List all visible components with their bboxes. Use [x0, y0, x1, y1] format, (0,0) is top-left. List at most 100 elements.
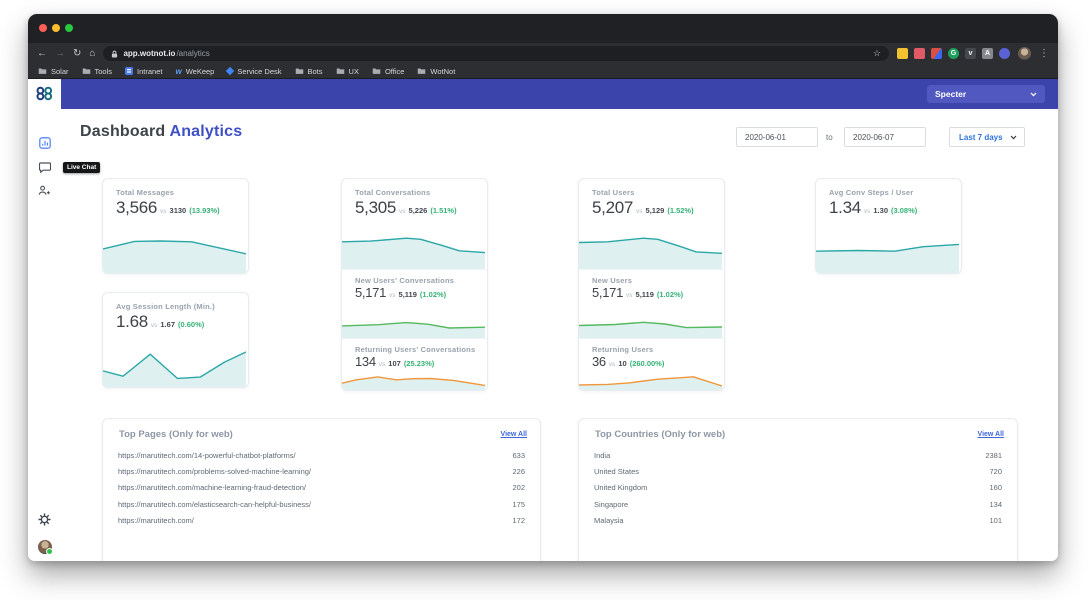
folder-icon: [418, 68, 426, 74]
stat-vs-label: vs: [399, 208, 406, 215]
stat-percent-change: (25.23%): [403, 359, 435, 368]
bookmark-ux[interactable]: UX: [336, 67, 359, 76]
reload-icon[interactable]: ↻: [73, 48, 81, 59]
stat-vs-label: vs: [608, 361, 616, 368]
stat-percent-change: (0.60%): [178, 320, 205, 329]
stat-compare-value: 3130: [169, 206, 187, 215]
bookmark-office[interactable]: Office: [372, 67, 404, 76]
session-stat: Avg Session Length (Min.) 1.68 vs 1.67 (0.60…: [103, 293, 248, 387]
chevron-down-icon: [1030, 92, 1037, 96]
stat-percent-change: (1.51%): [430, 206, 457, 215]
app-sidebar: [28, 79, 62, 561]
home-icon[interactable]: ⌂: [89, 48, 95, 59]
returning-conversations-stat: Returning Users' Conversations 134 vs 107 (2…: [342, 338, 487, 390]
row-label: Singapore: [594, 499, 629, 509]
top-country-row: Malaysia 101: [579, 513, 1017, 529]
stat-compare-value: 5,226: [408, 206, 428, 215]
stat-vs-label: vs: [636, 208, 643, 215]
folder-icon: [336, 68, 344, 74]
workspace-name: Specter: [935, 89, 967, 99]
wotnot-app: Specter Dashboard Analytics to Last 7 da…: [28, 79, 1058, 561]
top-page-row: https://marutitech.com/elasticsearch-can…: [103, 496, 540, 512]
top-country-row: United States 720: [579, 463, 1017, 479]
lock-icon: [112, 50, 118, 57]
new-users-sparkline: [579, 321, 722, 338]
row-label: https://marutitech.com/machine-learning-…: [118, 483, 307, 493]
row-label: https://marutitech.com/: [118, 516, 194, 526]
stat-percent-change: (1.52%): [667, 206, 694, 215]
stat-compare-value: 107: [388, 359, 401, 368]
bookmark-wekeep[interactable]: w WeKeep: [175, 67, 214, 76]
address-bar[interactable]: app.wotnot.io/analytics ☆: [103, 46, 889, 61]
row-label: https://marutitech.com/elasticsearch-can…: [118, 499, 312, 509]
minimize-window-button[interactable]: [52, 24, 60, 32]
grammarly-extension-icon[interactable]: G: [948, 48, 959, 59]
top-countries-rows: India 2381 United States 720 United Kingdom 1…: [579, 447, 1017, 529]
row-label: Malaysia: [594, 516, 624, 526]
stat-value: 3,566: [116, 198, 158, 217]
pocket-extension-icon[interactable]: v: [965, 48, 976, 59]
date-to-input[interactable]: [844, 127, 926, 147]
workspace-dropdown[interactable]: Specter: [927, 85, 1045, 103]
bookmark-wotnot[interactable]: WotNot: [417, 67, 455, 76]
bookmark-label: WeKeep: [185, 66, 215, 76]
zoom-window-button[interactable]: [65, 24, 73, 32]
extensions-area: GvA: [897, 48, 1010, 59]
top-pages-rows: https://marutitech.com/14-powerful-chatb…: [103, 447, 540, 529]
browser-profile-avatar[interactable]: [1018, 47, 1031, 60]
creative-extension-icon[interactable]: [931, 48, 942, 59]
notes-extension-icon[interactable]: [897, 48, 908, 59]
range-preset-dropdown[interactable]: Last 7 days: [949, 127, 1025, 147]
top-page-row: https://marutitech.com/machine-learning-…: [103, 480, 540, 496]
back-icon[interactable]: ←: [37, 48, 47, 59]
date-range-to-label: to: [826, 133, 833, 142]
sidebar-item-analytics[interactable]: [28, 137, 61, 149]
user-avatar[interactable]: [28, 540, 61, 555]
stat-value: 5,171: [355, 285, 387, 300]
sidebar-item-livechat[interactable]: [28, 162, 61, 173]
bookmark-tools[interactable]: Tools: [82, 66, 113, 76]
top-countries-view-all-link[interactable]: View All: [978, 431, 1004, 438]
top-page-row: https://marutitech.com/14-powerful-chatb…: [103, 447, 540, 463]
stat-label: New Users: [592, 276, 633, 285]
date-from-input[interactable]: [736, 127, 818, 147]
bookmark-label: UX: [348, 66, 359, 76]
stat-label: Total Messages: [116, 188, 175, 197]
stat-vs-label: vs: [863, 208, 871, 215]
browser-menu-icon[interactable]: ⋮: [1039, 48, 1049, 59]
bookmark-bots[interactable]: Bots: [295, 67, 323, 76]
users-sparkline: [579, 237, 722, 269]
top-page-row: https://marutitech.com/problems-solved-m…: [103, 463, 540, 479]
settings-gear-icon[interactable]: [28, 513, 61, 526]
sidebar-item-users[interactable]: [28, 185, 61, 196]
forward-icon[interactable]: →: [55, 48, 65, 59]
top-pages-view-all-link[interactable]: View All: [501, 431, 527, 438]
users-card: Total Users 5,207 vs 5,129 (1.52%) New Users…: [578, 178, 725, 391]
wekeep-icon: w: [175, 66, 182, 76]
messages-stat: Total Messages 3,566 vs 3130 (13.93%): [103, 179, 248, 273]
top-countries-card: Top Countries (Only for web) View All In…: [578, 418, 1018, 561]
stat-percent-change: (1.02%): [656, 290, 684, 299]
top-pages-title: Top Pages (Only for web): [119, 429, 233, 440]
bookmark-solar[interactable]: Solar: [38, 67, 69, 76]
new-users-stat: New Users 5,171 vs 5,119 (1.02%): [579, 269, 724, 338]
pen-extension-icon[interactable]: [914, 48, 925, 59]
folder-icon: [372, 68, 381, 74]
stat-value: 5,207: [592, 198, 634, 217]
returning-users-sparkline: [579, 376, 722, 390]
bookmark-label: Tools: [94, 66, 113, 76]
stat-vs-label: vs: [150, 322, 158, 329]
close-window-button[interactable]: [39, 24, 47, 32]
url-host: app.wotnot.io: [123, 49, 176, 58]
top-pages-card: Top Pages (Only for web) View All https:…: [102, 418, 541, 561]
top-country-row: India 2381: [579, 447, 1017, 463]
bookmark-service-desk[interactable]: Service Desk: [226, 67, 282, 76]
bookmark-star-icon[interactable]: ☆: [873, 48, 881, 59]
total-messages-card: Total Messages 3,566 vs 3130 (13.93%): [102, 178, 249, 274]
discord-extension-icon[interactable]: [999, 48, 1010, 59]
stat-label: Returning Users' Conversations: [355, 345, 476, 354]
session-sparkline: [103, 351, 246, 387]
bookmark-intranet[interactable]: Intranet: [125, 67, 162, 76]
row-value: 172: [512, 516, 525, 526]
archive-extension-icon[interactable]: A: [982, 48, 993, 59]
